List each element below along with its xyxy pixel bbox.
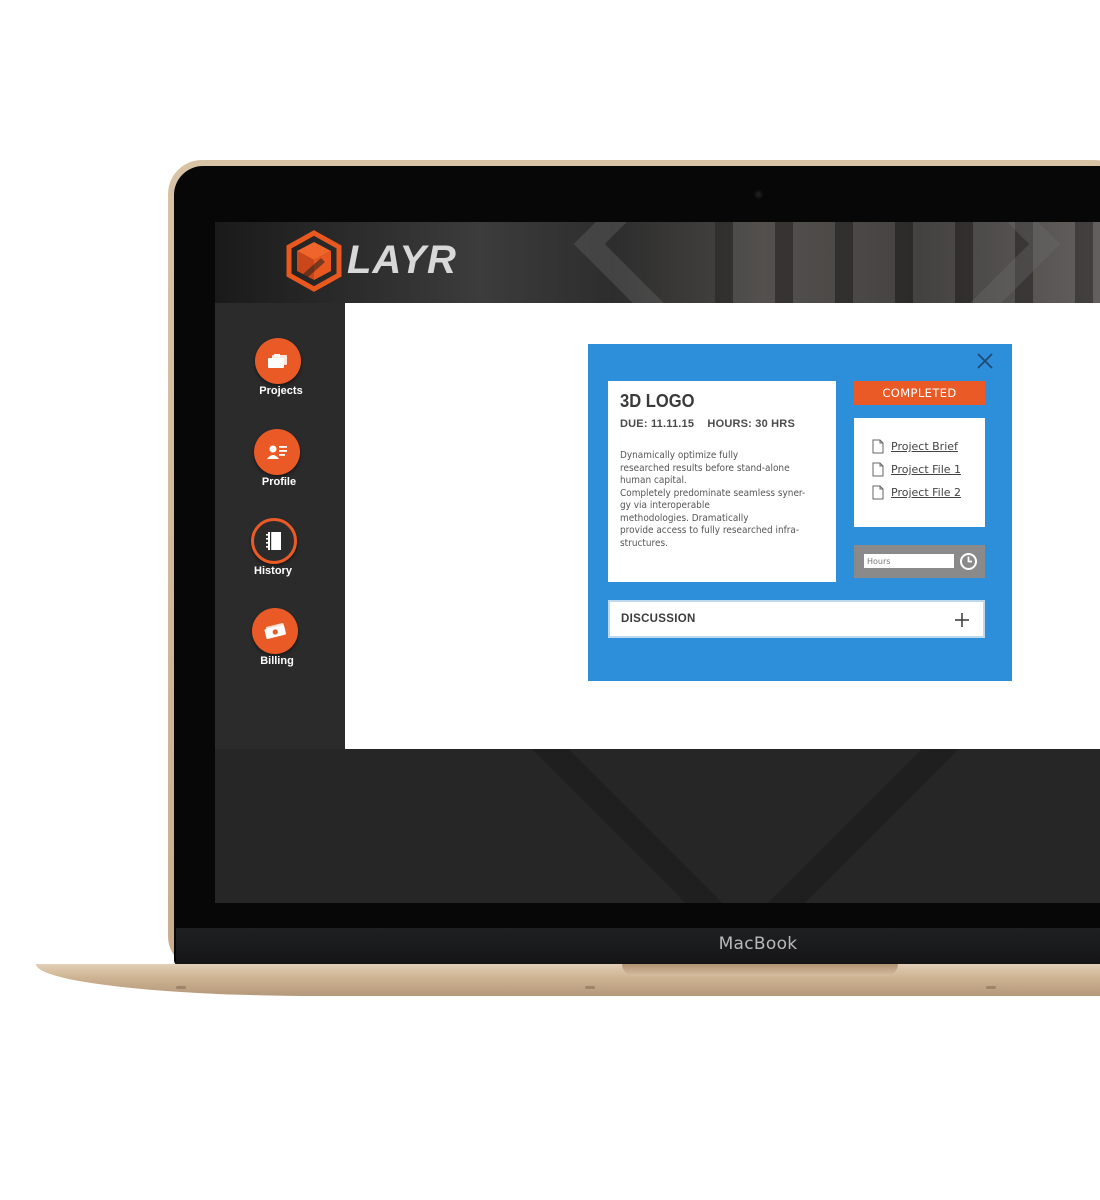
- app-header: LAYR: [215, 222, 1100, 303]
- description-line: Dynamically optimize fully: [620, 450, 739, 461]
- project-due: DUE: 11.11.15: [620, 418, 695, 430]
- sidebar-item-label: Projects: [259, 385, 303, 397]
- sidebar-item-label: Profile: [261, 476, 297, 488]
- description-line: structures.: [620, 537, 668, 549]
- device-brand-label: MacBook: [718, 934, 798, 954]
- close-icon[interactable]: [975, 351, 995, 371]
- app-screen: LAYR Projects Profile History Billing 3D…: [215, 222, 1100, 903]
- description-line: researched results before stand-alone: [620, 462, 790, 474]
- sidebar-item-projects[interactable]: Projects: [215, 338, 345, 422]
- description-line: provide access to fully researched infra…: [620, 525, 800, 536]
- project-meta: DUE: 11.11.15 HOURS: 30 HRS: [620, 418, 795, 430]
- laptop-hinge-notch: [622, 964, 898, 976]
- sidebar-item-label: Billing: [260, 655, 294, 667]
- app-logo-text: LAYR: [347, 238, 457, 282]
- description-line: gy via interoperable: [620, 500, 710, 511]
- document-icon: [872, 485, 884, 500]
- hours-input[interactable]: [864, 554, 954, 568]
- project-hours: HOURS: 30 HRS: [707, 418, 795, 430]
- plus-icon[interactable]: [953, 611, 971, 629]
- description-line: human capital.: [620, 475, 687, 486]
- money-icon: [264, 622, 286, 640]
- project-description: Dynamically optimize fully researched re…: [620, 450, 813, 550]
- layr-logo-icon: [286, 230, 342, 292]
- sidebar-item-history[interactable]: History: [215, 518, 345, 602]
- folders-icon: [268, 354, 287, 368]
- project-files-list: Project Brief Project File 1 Project Fil…: [854, 418, 985, 527]
- sidebar-item-label: History: [254, 565, 292, 577]
- file-link-label[interactable]: Project File 1: [891, 463, 961, 476]
- status-badge: COMPLETED: [854, 381, 985, 405]
- clock-icon[interactable]: [959, 552, 978, 571]
- profile-card-icon: [267, 445, 287, 459]
- laptop-base: [36, 964, 1100, 996]
- main-content: 3D LOGO DUE: 11.11.15 HOURS: 30 HRS Dyna…: [345, 303, 1100, 749]
- project-title: 3D LOGO: [620, 391, 695, 411]
- camera-icon: [754, 190, 763, 199]
- discussion-toggle[interactable]: DISCUSSION: [608, 600, 985, 638]
- discussion-label: DISCUSSION: [621, 613, 696, 625]
- sidebar-item-profile[interactable]: Profile: [215, 429, 345, 513]
- project-modal: 3D LOGO DUE: 11.11.15 HOURS: 30 HRS Dyna…: [588, 344, 1012, 681]
- document-icon: [872, 462, 884, 477]
- notebook-icon: [266, 532, 281, 550]
- description-line: methodologies. Dramatically: [620, 512, 749, 524]
- document-icon: [872, 439, 884, 454]
- file-link-label[interactable]: Project Brief: [891, 440, 958, 453]
- sidebar-item-billing[interactable]: Billing: [215, 608, 345, 692]
- hours-entry: [854, 545, 985, 578]
- app-footer: [215, 749, 1100, 903]
- sidebar: Projects Profile History Billing: [215, 303, 345, 749]
- screen-chin: [176, 928, 1100, 964]
- file-link-label[interactable]: Project File 2: [891, 486, 961, 499]
- description-line: Completely predominate seamless syner-: [620, 487, 806, 499]
- project-details-card: 3D LOGO DUE: 11.11.15 HOURS: 30 HRS Dyna…: [608, 381, 836, 582]
- laptop-mockup: LAYR Projects Profile History Billing 3D…: [0, 0, 1100, 1200]
